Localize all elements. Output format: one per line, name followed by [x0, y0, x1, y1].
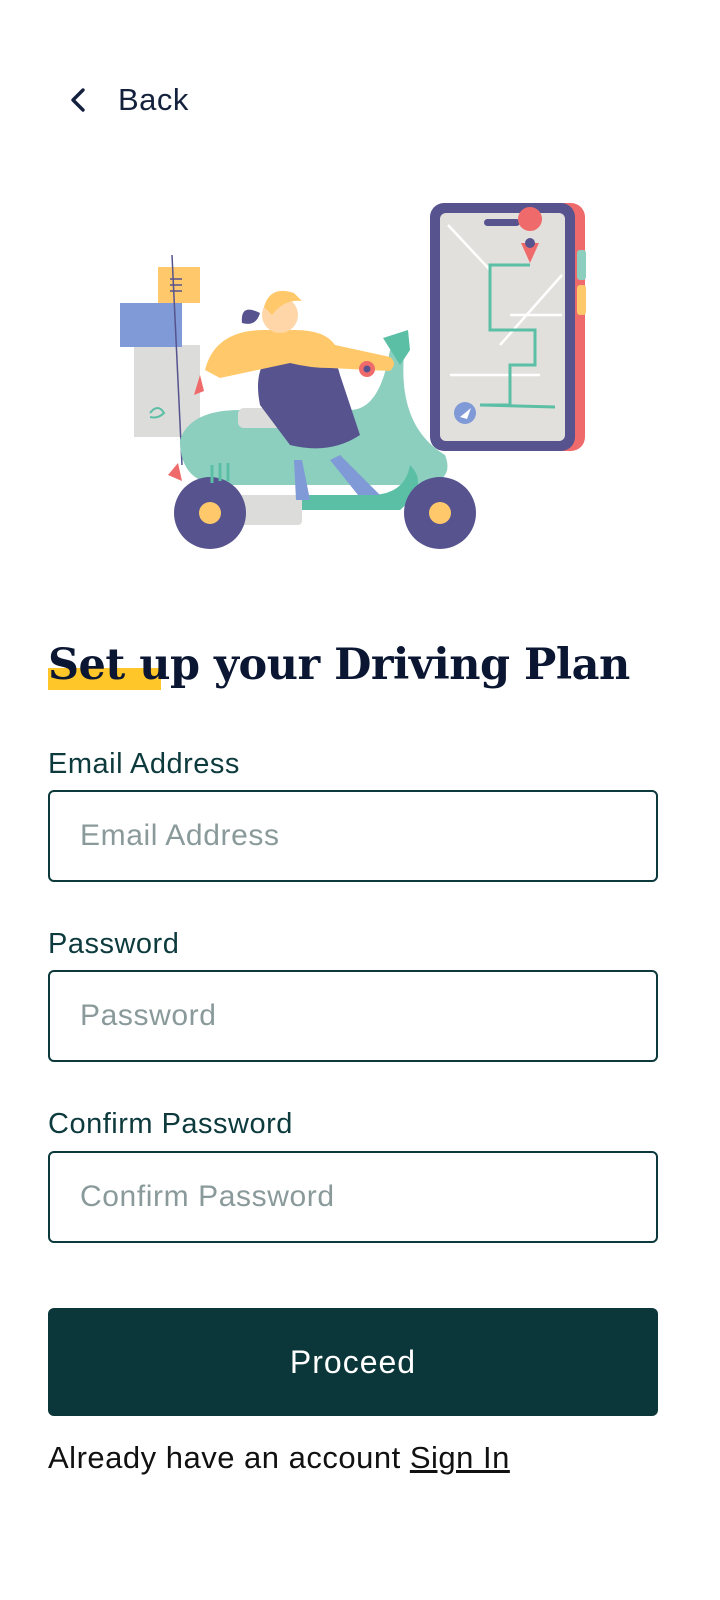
proceed-button[interactable]: Proceed: [48, 1308, 658, 1416]
delivery-scooter-illustration: [120, 203, 586, 549]
page-title: Set up your Driving Plan: [48, 640, 630, 690]
email-field[interactable]: [48, 790, 658, 882]
back-label: Back: [118, 82, 189, 117]
signin-prompt: Already have an account: [48, 1440, 410, 1475]
password-field[interactable]: [48, 970, 658, 1062]
confirm-password-label: Confirm Password: [48, 1108, 293, 1140]
confirm-password-field[interactable]: [48, 1151, 658, 1243]
back-button[interactable]: Back: [64, 78, 189, 122]
phone-map-icon: [430, 203, 586, 451]
signin-row: Already have an account Sign In: [48, 1440, 510, 1476]
password-label: Password: [48, 928, 180, 960]
page-title-wrap: Set up your Driving Plan: [48, 640, 630, 700]
chevron-left-icon: [71, 88, 85, 112]
email-label: Email Address: [48, 748, 240, 780]
signin-link[interactable]: Sign In: [410, 1440, 510, 1475]
